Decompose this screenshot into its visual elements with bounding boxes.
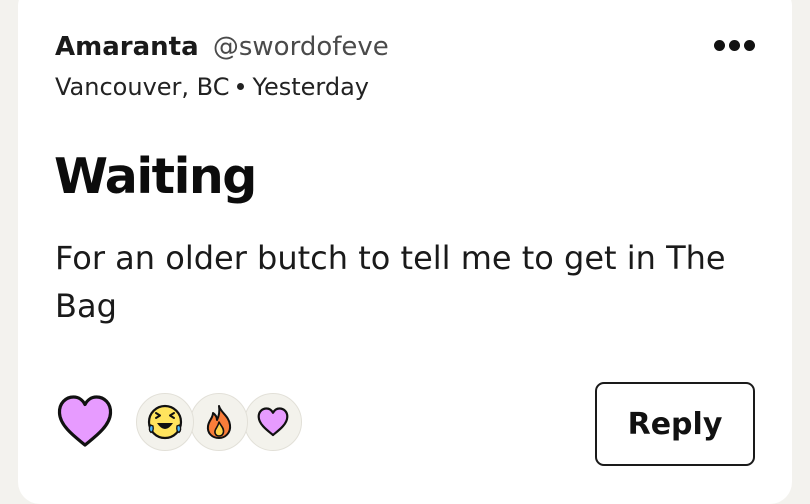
post-time: Yesterday: [252, 73, 369, 101]
reaction-heart[interactable]: [244, 393, 302, 451]
author-name[interactable]: Amaranta: [55, 32, 199, 62]
like-button[interactable]: [56, 394, 114, 448]
more-dot: [743, 39, 755, 51]
reaction-summary[interactable]: [136, 393, 306, 453]
fire-icon: [206, 405, 232, 439]
reaction-fire[interactable]: [190, 393, 248, 451]
author-handle[interactable]: @swordofeve: [213, 32, 389, 62]
post-title: Waiting: [54, 148, 257, 205]
reaction-laughing[interactable]: [136, 393, 194, 451]
heart-icon: [257, 407, 289, 437]
more-dot: [713, 39, 725, 51]
post-body: For an older butch to tell me to get in …: [55, 239, 726, 325]
more-options-button[interactable]: [704, 30, 764, 60]
heart-icon: [57, 395, 113, 447]
separator-dot: [237, 83, 245, 90]
reply-button[interactable]: Reply: [595, 382, 755, 466]
post-meta: Vancouver, BC Yesterday: [55, 71, 369, 103]
laughing-tears-face-icon: [147, 404, 183, 440]
post-author: Amaranta @swordofeve: [55, 30, 389, 64]
post-location: Vancouver, BC: [55, 73, 230, 101]
more-dot: [728, 39, 740, 51]
